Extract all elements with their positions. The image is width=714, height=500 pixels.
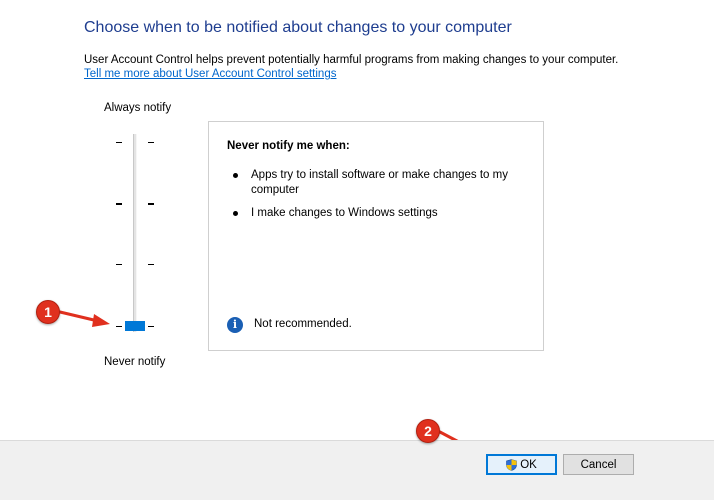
cancel-button[interactable]: Cancel: [563, 454, 634, 475]
uac-shield-icon: [506, 458, 517, 471]
info-heading: Never notify me when:: [227, 140, 350, 152]
slider-label-always: Always notify: [104, 102, 172, 114]
slider-tick: [116, 326, 122, 327]
recommendation-text: Not recommended.: [254, 318, 352, 330]
cancel-button-label: Cancel: [580, 458, 617, 471]
info-bullet-list: Apps try to install software or make cha…: [227, 168, 527, 229]
slider-tick: [148, 326, 154, 327]
level-info-panel: Never notify me when: Apps try to instal…: [208, 121, 544, 351]
annotation-marker-1: 1: [36, 300, 60, 324]
slider-tick: [148, 142, 154, 143]
page-title: Choose when to be notified about changes…: [84, 19, 512, 36]
uac-help-link[interactable]: Tell me more about User Account Control …: [84, 68, 336, 80]
slider-thumb[interactable]: [125, 321, 145, 331]
slider-tick: [148, 203, 154, 205]
uac-description: User Account Control helps prevent poten…: [84, 54, 619, 66]
info-icon: i: [227, 317, 243, 333]
slider-track[interactable]: [133, 134, 137, 332]
slider-tick: [116, 264, 122, 265]
annotation-marker-2: 2: [416, 419, 440, 443]
list-item: I make changes to Windows settings: [227, 206, 527, 221]
ok-button[interactable]: OK: [486, 454, 557, 475]
ok-button-label: OK: [520, 458, 537, 471]
slider-tick: [116, 203, 122, 205]
slider-tick: [116, 142, 122, 143]
slider-label-never: Never notify: [104, 356, 166, 368]
list-item: Apps try to install software or make cha…: [227, 168, 527, 198]
uac-level-slider[interactable]: [112, 128, 160, 340]
slider-tick: [148, 264, 154, 265]
arrow-to-slider: [58, 310, 110, 327]
